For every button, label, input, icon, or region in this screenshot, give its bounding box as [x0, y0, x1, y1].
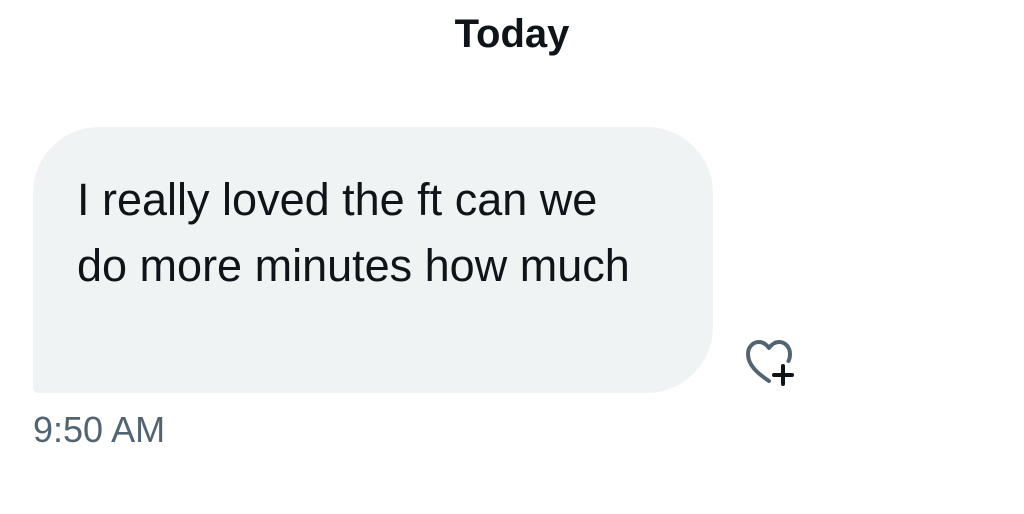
message-timestamp: 9:50 AM: [33, 409, 166, 450]
message-row: I really loved the ft can we do more min…: [33, 127, 813, 393]
add-reaction-button[interactable]: [737, 332, 801, 392]
heart-plus-icon: [746, 340, 794, 386]
message-text: I really loved the ft can we do more min…: [77, 174, 630, 291]
day-separator: Today: [454, 12, 570, 56]
message-bubble[interactable]: I really loved the ft can we do more min…: [33, 127, 713, 393]
